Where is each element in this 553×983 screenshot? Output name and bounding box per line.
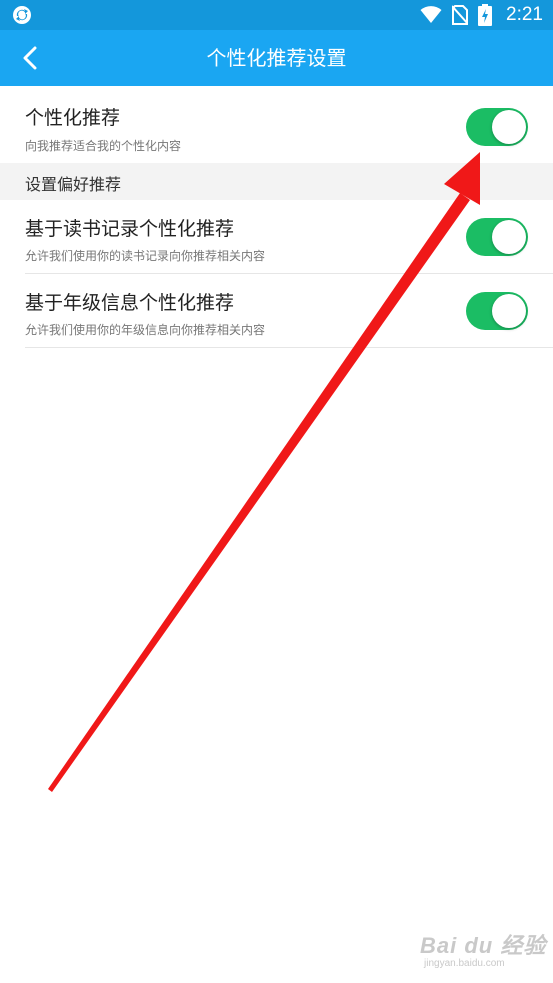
app-sync-icon — [13, 6, 31, 24]
status-time: 2:21 — [506, 4, 543, 25]
setting-row-reading-records[interactable]: 基于读书记录个性化推荐 允许我们使用你的读书记录向你推荐相关内容 — [0, 200, 553, 274]
setting-title: 个性化推荐 — [25, 107, 121, 129]
setting-title: 基于读书记录个性化推荐 — [25, 218, 235, 240]
setting-title: 基于年级信息个性化推荐 — [25, 292, 235, 314]
watermark: Bai du 经验 jingyan.baidu.com — [420, 928, 546, 969]
battery-charging-icon — [478, 4, 493, 26]
grade-info-toggle[interactable] — [466, 292, 528, 330]
app-bar: 个性化推荐设置 — [0, 30, 553, 86]
section-header: 设置偏好推荐 — [0, 163, 553, 200]
toggle-knob — [492, 294, 526, 328]
watermark-logo: Bai du 经验 — [420, 933, 547, 958]
page-title: 个性化推荐设置 — [206, 46, 347, 70]
setting-subtitle: 允许我们使用你的读书记录向你推荐相关内容 — [25, 249, 266, 263]
setting-row-grade-info[interactable]: 基于年级信息个性化推荐 允许我们使用你的年级信息向你推荐相关内容 — [0, 274, 553, 348]
status-icons: 2:21 — [420, 3, 543, 27]
personalized-toggle[interactable] — [466, 108, 528, 146]
no-sim-icon — [452, 5, 469, 25]
setting-row-personalized[interactable]: 个性化推荐 向我推荐适合我的个性化内容 — [0, 86, 553, 163]
status-bar: 2:21 — [0, 0, 553, 30]
wifi-icon — [420, 6, 442, 23]
reading-records-toggle[interactable] — [466, 218, 528, 256]
setting-subtitle: 允许我们使用你的年级信息向你推荐相关内容 — [25, 323, 266, 337]
toggle-knob — [492, 110, 526, 144]
toggle-knob — [492, 220, 526, 254]
divider — [25, 347, 553, 348]
section-label: 设置偏好推荐 — [25, 175, 122, 194]
setting-subtitle: 向我推荐适合我的个性化内容 — [25, 139, 182, 153]
